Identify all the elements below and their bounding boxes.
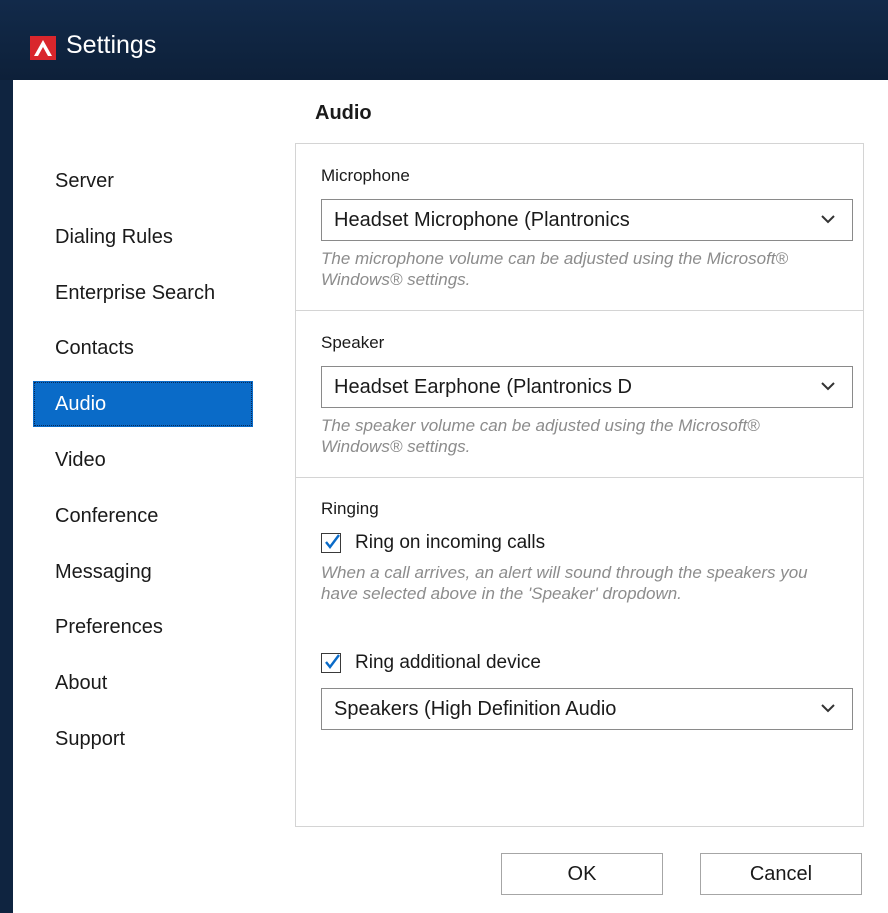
sidebar-item-support[interactable]: Support (33, 716, 253, 762)
page-title: Audio (315, 102, 372, 124)
ring-incoming-label: Ring on incoming calls (355, 532, 546, 553)
sidebar-item-enterprise-search[interactable]: Enterprise Search (33, 270, 253, 316)
sidebar-item-preferences[interactable]: Preferences (33, 604, 253, 650)
speaker-select-value: Headset Earphone (Plantronics D (334, 376, 632, 398)
title-bar: Settings (0, 0, 888, 80)
ringing-label: Ringing (321, 499, 379, 518)
divider (296, 310, 863, 311)
checkmark-icon (325, 534, 340, 549)
chevron-down-icon (821, 704, 835, 713)
sidebar-item-video[interactable]: Video (33, 437, 253, 483)
settings-window: Settings Server Dialing Rules Enterprise… (0, 0, 888, 913)
chevron-down-icon (821, 215, 835, 224)
microphone-select-value: Headset Microphone (Plantronics (334, 209, 630, 231)
ring-additional-row[interactable]: Ring additional device (321, 651, 541, 675)
sidebar-item-messaging[interactable]: Messaging (33, 549, 253, 595)
sidebar-item-dialing-rules[interactable]: Dialing Rules (33, 214, 253, 260)
sidebar-item-conference[interactable]: Conference (33, 493, 253, 539)
ring-additional-label: Ring additional device (355, 652, 541, 673)
divider (296, 477, 863, 478)
speaker-select[interactable]: Headset Earphone (Plantronics D (321, 366, 853, 408)
chevron-down-icon (821, 382, 835, 391)
settings-content: Server Dialing Rules Enterprise Search C… (13, 80, 888, 913)
audio-settings-panel: Microphone Headset Microphone (Plantroni… (295, 143, 864, 827)
microphone-hint: The microphone volume can be adjusted us… (321, 249, 789, 289)
ok-button[interactable]: OK (501, 853, 663, 895)
ring-incoming-hint: When a call arrives, an alert will sound… (321, 563, 808, 603)
sidebar-item-contacts[interactable]: Contacts (33, 325, 253, 371)
sidebar-item-server[interactable]: Server (33, 158, 253, 204)
sidebar-item-audio[interactable]: Audio (33, 381, 253, 427)
microphone-label: Microphone (321, 166, 410, 185)
app-logo-icon (30, 36, 56, 60)
additional-device-select[interactable]: Speakers (High Definition Audio (321, 688, 853, 730)
cancel-button[interactable]: Cancel (700, 853, 862, 895)
ring-incoming-checkbox[interactable] (321, 533, 341, 553)
microphone-select[interactable]: Headset Microphone (Plantronics (321, 199, 853, 241)
ring-additional-checkbox[interactable] (321, 653, 341, 673)
ring-incoming-row[interactable]: Ring on incoming calls (321, 531, 545, 555)
additional-device-select-value: Speakers (High Definition Audio (334, 698, 617, 720)
speaker-label: Speaker (321, 333, 385, 352)
checkmark-icon (325, 654, 340, 669)
speaker-hint: The speaker volume can be adjusted using… (321, 416, 760, 456)
window-title: Settings (66, 31, 157, 59)
sidebar-item-about[interactable]: About (33, 660, 253, 706)
